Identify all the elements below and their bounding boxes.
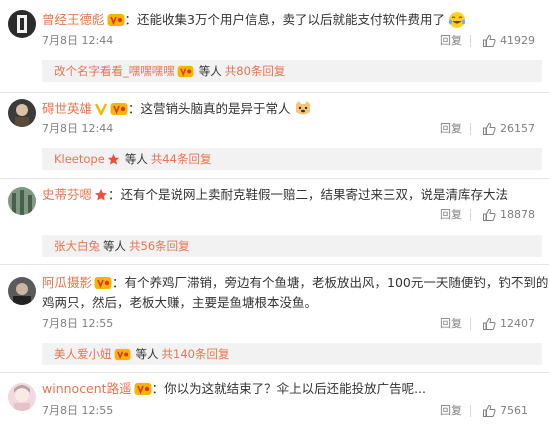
comment-3: 史蒂芬嗯 ：还有个是说网上卖耐克鞋假一赔二，结果寄过来三双，说是清库存大法 回复… (0, 179, 549, 262)
comment-2: 碍世英雄 ：这营销头脑真的是异于常人 7月8日 12:44 回复 26157 K… (0, 93, 549, 176)
sub-reply-count[interactable]: 共80条回复 (225, 63, 286, 79)
thumbs-up-icon (483, 404, 496, 417)
comment-1: 曾经王德彪 ：还能收集3万个用户信息，卖了以后就能支付软件费用了 7月8日 12… (0, 0, 549, 90)
reply-button[interactable]: 回复 (440, 121, 462, 137)
like-count: 7561 (500, 404, 528, 417)
vip-badge-icon (94, 276, 112, 290)
comment-text: ：有个养鸡厂滞销，旁边有个鱼塘，老板放出风，100元一天随便钓，钓不到的赔 (112, 275, 549, 290)
comment-line: winnocent路遥 ：你以为这就结束了？伞上以后还能投放广告呢... (42, 379, 426, 399)
sub-reply-etc: 等人 (103, 239, 126, 253)
username[interactable]: 碍世英雄 (42, 99, 92, 119)
sub-reply-count[interactable]: 共56条回复 (129, 238, 190, 254)
comment-4: 阿瓜摄影 ：有个养鸡厂滞销，旁边有个鱼塘，老板放出风，100元一天随便钓，钓不到… (0, 265, 549, 368)
thumbs-up-icon (483, 317, 496, 330)
divider (470, 405, 471, 417)
vip-badge-icon (134, 382, 152, 396)
sub-reply-box[interactable]: 张大白兔 等人 共56条回复 (42, 235, 542, 257)
sub-reply-count[interactable]: 共140条回复 (162, 346, 230, 362)
like-button[interactable]: 12407 (482, 316, 535, 332)
reply-button[interactable]: 回复 (440, 316, 462, 332)
avatar[interactable] (8, 277, 36, 305)
vip-badge-icon (107, 13, 125, 27)
star-badge-icon (94, 188, 108, 202)
sub-reply-etc: 等人 (135, 347, 159, 361)
avatar[interactable] (8, 10, 36, 38)
sub-reply-box[interactable]: 美人爱小妞 等人 共140条回复 (42, 343, 542, 365)
doge-emoji-icon (294, 100, 312, 118)
username[interactable]: 阿瓜摄影 (42, 273, 92, 293)
comment-5: winnocent路遥 ：你以为这就结束了？伞上以后还能投放广告呢... 7月8… (0, 373, 549, 437)
v-verified-icon (94, 102, 108, 116)
username[interactable]: 曾经王德彪 (42, 10, 105, 30)
sub-reply-username[interactable]: 张大白兔 (54, 238, 100, 254)
star-badge-icon (107, 153, 120, 166)
comment-line: 阿瓜摄影 ：有个养鸡厂滞销，旁边有个鱼塘，老板放出风，100元一天随便钓，钓不到… (42, 273, 549, 293)
like-button[interactable]: 41929 (482, 33, 535, 49)
sub-reply-box[interactable]: 改个名字看看_嘿嘿嘿嘿 等人 共80条回复 (42, 60, 542, 82)
comment-time: 7月8日 12:44 (42, 34, 114, 47)
like-button[interactable]: 7561 (482, 403, 528, 419)
comment-line: 碍世英雄 ：这营销头脑真的是异于常人 (42, 99, 312, 119)
sub-reply-username[interactable]: Kleetope (54, 152, 105, 166)
avatar[interactable] (8, 187, 36, 215)
laugh-emoji-icon (448, 11, 466, 29)
divider (470, 209, 471, 221)
username[interactable]: winnocent路遥 (42, 379, 132, 399)
thumbs-up-icon (483, 122, 496, 135)
username[interactable]: 史蒂芬嗯 (42, 185, 92, 205)
comment-text-continued: 鸡两只，然后，老板大赚，主要是鱼塘根本没鱼。 (42, 295, 318, 310)
sub-reply-username[interactable]: 美人爱小妞 (54, 346, 112, 362)
vip-badge-icon (110, 102, 128, 116)
vip-badge-icon (177, 65, 194, 78)
comment-text: ：还能收集3万个用户信息，卖了以后就能支付软件费用了 (124, 12, 445, 27)
like-count: 41929 (500, 34, 535, 47)
reply-button[interactable]: 回复 (440, 33, 462, 49)
reply-button[interactable]: 回复 (440, 403, 462, 419)
like-count: 26157 (500, 122, 535, 135)
comment-line: 史蒂芬嗯 ：还有个是说网上卖耐克鞋假一赔二，结果寄过来三双，说是清库存大法 (42, 185, 508, 205)
comment-time: 7月8日 12:55 (42, 317, 114, 330)
comment-line: 曾经王德彪 ：还能收集3万个用户信息，卖了以后就能支付软件费用了 (42, 10, 466, 30)
reply-button[interactable]: 回复 (440, 207, 462, 223)
like-count: 18878 (500, 208, 535, 221)
sub-reply-etc: 等人 (198, 64, 222, 78)
comment-text: ：还有个是说网上卖耐克鞋假一赔二，结果寄过来三双，说是清库存大法 (108, 187, 509, 202)
comment-time: 7月8日 12:55 (42, 404, 114, 417)
like-button[interactable]: 18878 (482, 207, 535, 223)
divider (470, 35, 471, 47)
vip-badge-icon (114, 348, 131, 361)
like-button[interactable]: 26157 (482, 121, 535, 137)
comment-time: 7月8日 12:44 (42, 122, 114, 135)
sub-reply-count[interactable]: 共44条回复 (151, 151, 212, 167)
avatar[interactable] (8, 383, 36, 411)
comment-text: ：这营销头脑真的是异于常人 (128, 101, 291, 116)
like-count: 12407 (500, 317, 535, 330)
comment-text: ：你以为这就结束了？伞上以后还能投放广告呢... (151, 381, 426, 396)
thumbs-up-icon (483, 208, 496, 221)
thumbs-up-icon (483, 34, 496, 47)
divider (470, 123, 471, 135)
sub-reply-etc: 等人 (124, 152, 148, 166)
avatar[interactable] (8, 99, 36, 127)
sub-reply-username[interactable]: 改个名字看看_嘿嘿嘿嘿 (54, 63, 175, 79)
sub-reply-box[interactable]: Kleetope 等人 共44条回复 (42, 148, 542, 170)
divider (470, 318, 471, 330)
